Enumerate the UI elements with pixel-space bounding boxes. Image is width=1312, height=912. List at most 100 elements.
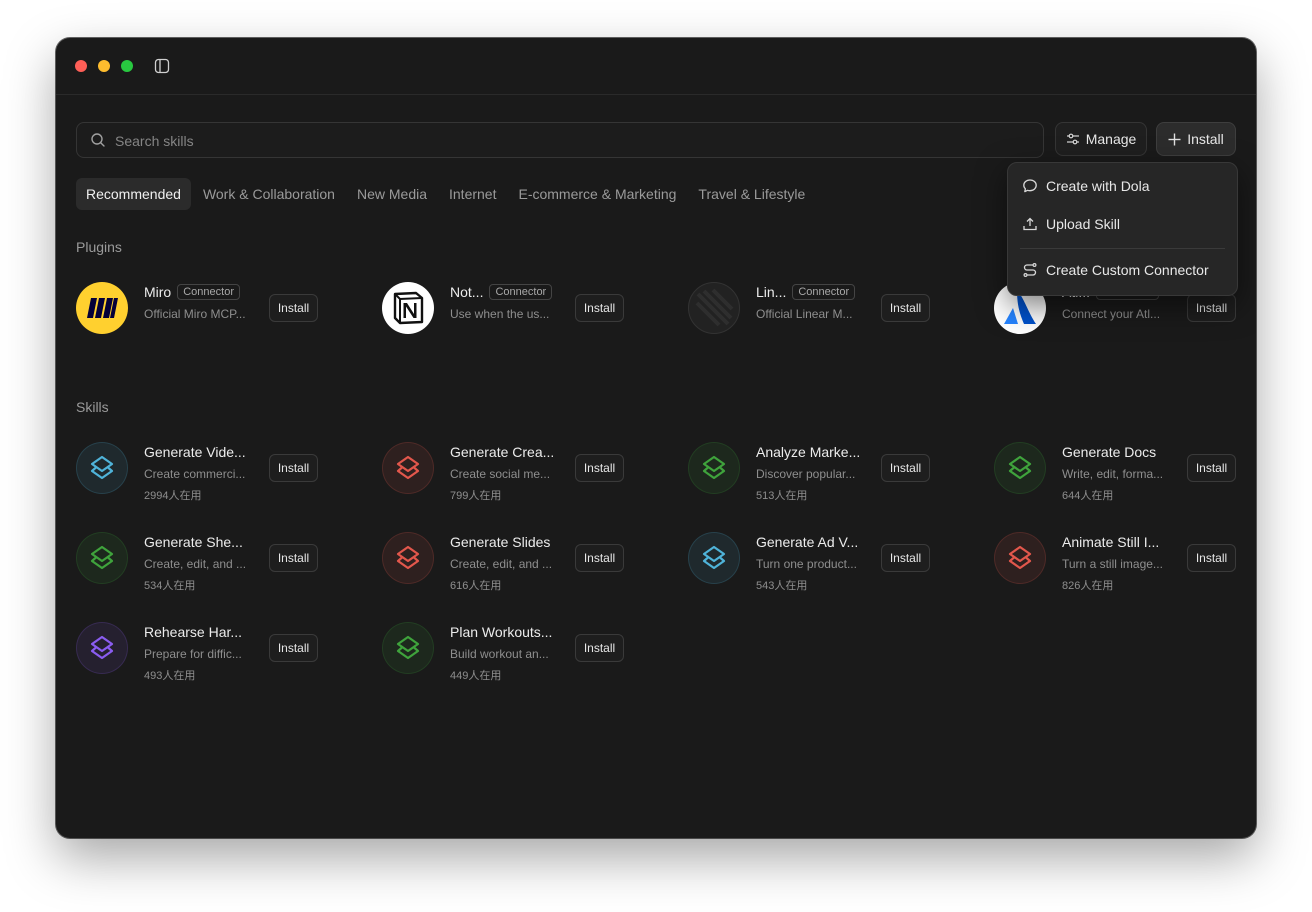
search-icon	[91, 133, 105, 147]
install-menu-label: Install	[1187, 131, 1224, 147]
tab-work-collaboration[interactable]: Work & Collaboration	[193, 178, 345, 210]
skill-card[interactable]: Generate Ad V... Turn one product... 543人在…	[688, 528, 930, 592]
tab-travel-lifestyle[interactable]: Travel & Lifestyle	[688, 178, 815, 210]
skill-description: Write, edit, forma...	[1062, 467, 1164, 481]
notion-icon	[382, 282, 434, 334]
skill-description: Create, edit, and ...	[144, 557, 247, 571]
search-bar[interactable]	[76, 122, 1044, 159]
skill-layers-icon	[76, 622, 128, 674]
skill-layers-icon	[382, 442, 434, 494]
upload-icon	[1023, 217, 1037, 231]
skill-card[interactable]: Generate Docs Write, edit, forma... 644人在用…	[994, 438, 1236, 502]
menu-item-label: Upload Skill	[1046, 216, 1120, 232]
plugin-card-notion[interactable]: Not... Connector Use when the us... Inst…	[382, 278, 624, 338]
sliders-icon	[1066, 133, 1079, 145]
plugin-name: Miro	[144, 284, 172, 300]
skill-card[interactable]: Generate Crea... Create social me... 799人在…	[382, 438, 624, 502]
skill-card[interactable]: Generate She... Create, edit, and ... 534人…	[76, 528, 318, 592]
plugin-name: Not...	[450, 284, 484, 300]
skill-description: Create commerci...	[144, 467, 246, 481]
install-button[interactable]: Install	[881, 294, 930, 322]
menu-item-create-with-dola[interactable]: Create with Dola	[1022, 175, 1150, 197]
plugin-card-miro[interactable]: Miro Connector Official Miro MCP... Inst…	[76, 278, 318, 338]
plus-icon	[1168, 133, 1181, 145]
skill-layers-icon	[994, 442, 1046, 494]
category-tabs: Recommended Work & Collaboration New Med…	[76, 178, 817, 210]
install-button[interactable]: Install	[881, 544, 930, 572]
search-input[interactable]	[113, 123, 1017, 159]
skill-card[interactable]: Plan Workouts... Build workout an... 449人在…	[382, 618, 624, 682]
close-window-button[interactable]	[75, 60, 87, 72]
skill-layers-icon	[76, 442, 128, 494]
connector-badge: Connector	[792, 284, 856, 300]
sidebar-toggle-icon[interactable]	[154, 58, 170, 74]
skill-name: Generate Docs	[1062, 444, 1157, 460]
skill-card[interactable]: Animate Still I... Turn a still image... 8…	[994, 528, 1236, 592]
skill-card[interactable]: Analyze Marke... Discover popular... 513人在…	[688, 438, 930, 502]
install-button[interactable]: Install	[1187, 454, 1236, 482]
install-button[interactable]: Install	[575, 294, 624, 322]
tab-ecommerce-marketing[interactable]: E-commerce & Marketing	[508, 178, 686, 210]
skill-description: Prepare for diffic...	[144, 647, 242, 661]
plugin-name: Lin...	[756, 284, 787, 300]
skill-name: Generate Ad V...	[756, 534, 859, 550]
install-dropdown-menu: Create with Dola Upload Skill Create Cus…	[1007, 162, 1238, 296]
plugins-heading: Plugins	[76, 239, 122, 255]
skill-name: Analyze Marke...	[756, 444, 861, 460]
menu-divider	[1020, 248, 1225, 249]
skill-name: Generate Vide...	[144, 444, 246, 460]
install-button[interactable]: Install	[1187, 294, 1236, 322]
skill-name: Generate Crea...	[450, 444, 555, 460]
menu-item-upload-skill[interactable]: Upload Skill	[1022, 213, 1120, 235]
skill-layers-icon	[76, 532, 128, 584]
manage-label: Manage	[1085, 131, 1137, 147]
minimize-window-button[interactable]	[98, 60, 110, 72]
install-button[interactable]: Install	[575, 454, 624, 482]
skill-description: Turn a still image...	[1062, 557, 1163, 571]
zoom-window-button[interactable]	[121, 60, 133, 72]
install-button[interactable]: Install	[1187, 544, 1236, 572]
menu-item-label: Create Custom Connector	[1046, 262, 1209, 278]
install-button[interactable]: Install	[269, 544, 318, 572]
chat-bubble-icon	[1023, 179, 1037, 193]
skill-layers-icon	[688, 532, 740, 584]
tab-new-media[interactable]: New Media	[347, 178, 437, 210]
skill-user-count: 799人在用	[450, 490, 502, 502]
install-button[interactable]: Install	[575, 544, 624, 572]
skill-layers-icon	[382, 532, 434, 584]
title-bar	[56, 38, 1256, 95]
menu-item-create-custom-connector[interactable]: Create Custom Connector	[1022, 259, 1209, 281]
skill-layers-icon	[382, 622, 434, 674]
install-button[interactable]: Install	[881, 454, 930, 482]
miro-icon	[76, 282, 128, 334]
install-button[interactable]: Install	[269, 294, 318, 322]
skill-card[interactable]: Generate Slides Create, edit, and ... 616人…	[382, 528, 624, 592]
install-menu-button[interactable]: Install	[1156, 122, 1236, 156]
manage-button[interactable]: Manage	[1055, 122, 1147, 156]
plugin-description: Official Linear M...	[756, 307, 853, 321]
skill-name: Generate She...	[144, 534, 243, 550]
install-button[interactable]: Install	[575, 634, 624, 662]
install-button[interactable]: Install	[269, 634, 318, 662]
connector-badge: Connector	[177, 284, 240, 300]
skill-card[interactable]: Rehearse Har... Prepare for diffic... 493人…	[76, 618, 318, 682]
skill-card[interactable]: Generate Vide... Create commerci... 2994人在…	[76, 438, 318, 502]
skill-user-count: 534人在用	[144, 580, 196, 592]
skill-user-count: 543人在用	[756, 580, 808, 592]
skill-user-count: 644人在用	[1062, 490, 1114, 502]
skill-name: Generate Slides	[450, 534, 551, 550]
skill-description: Create, edit, and ...	[450, 557, 553, 571]
skill-name: Animate Still I...	[1062, 534, 1160, 550]
plugin-description: Use when the us...	[450, 307, 550, 321]
tab-recommended[interactable]: Recommended	[76, 178, 191, 210]
plugin-card-linear[interactable]: Lin... Connector Official Linear M... In…	[688, 278, 930, 338]
skill-user-count: 449人在用	[450, 670, 502, 682]
app-window: Manage Install Recommended Work & Collab…	[56, 38, 1256, 838]
skill-user-count: 616人在用	[450, 580, 502, 592]
install-button[interactable]: Install	[269, 454, 318, 482]
skill-description: Discover popular...	[756, 467, 856, 481]
skill-name: Rehearse Har...	[144, 624, 243, 640]
tab-internet[interactable]: Internet	[439, 178, 506, 210]
skill-name: Plan Workouts...	[450, 624, 553, 640]
plugin-description: Official Miro MCP...	[144, 307, 246, 321]
